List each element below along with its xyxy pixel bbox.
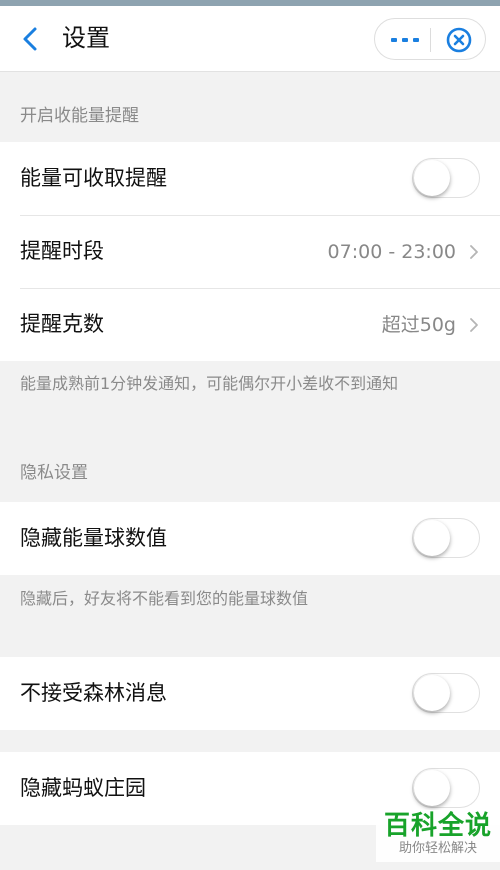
setting-label: 隐藏蚂蚁庄园 [20, 776, 146, 800]
section-header-energy: 开启收能量提醒 [20, 106, 139, 126]
setting-label: 能量可收取提醒 [20, 166, 167, 190]
chevron-right-icon [470, 318, 478, 332]
setting-label: 提醒克数 [20, 312, 104, 336]
target-close-icon [446, 27, 472, 53]
setting-label: 提醒时段 [20, 239, 104, 263]
energy-reminder-toggle[interactable] [412, 158, 480, 198]
reminder-period-value: 07:00 - 23:00 [327, 241, 456, 263]
section-header-privacy: 隐私设置 [20, 463, 88, 483]
setting-row-reminder-grams[interactable]: 提醒克数 超过50g [0, 288, 500, 361]
page-title: 设置 [62, 24, 110, 52]
setting-row-reject-forest-messages: 不接受森林消息 [0, 657, 500, 730]
chevron-right-icon [470, 245, 478, 259]
toggle-knob [414, 160, 450, 196]
back-button[interactable] [16, 24, 46, 54]
reject-forest-messages-toggle[interactable] [412, 673, 480, 713]
capsule-divider [430, 28, 431, 52]
chevron-left-icon [23, 27, 37, 51]
toggle-knob [414, 675, 450, 711]
energy-note: 能量成熟前1分钟发通知，可能偶尔开小差收不到通知 [20, 374, 399, 393]
section-gap [0, 730, 500, 752]
setting-label: 隐藏能量球数值 [20, 526, 167, 550]
privacy-note: 隐藏后，好友将不能看到您的能量球数值 [20, 589, 309, 608]
privacy-settings-group: 隐藏能量球数值 [0, 502, 500, 575]
messages-settings-group: 不接受森林消息 [0, 657, 500, 730]
reminder-grams-value: 超过50g [381, 314, 456, 336]
toggle-knob [414, 520, 450, 556]
watermark-subtitle: 助你轻松解决 [398, 841, 477, 856]
setting-row-hide-energy-value: 隐藏能量球数值 [0, 502, 500, 575]
ellipsis-icon [391, 38, 419, 42]
watermark-title: 百科全说 [383, 810, 492, 840]
setting-label: 不接受森林消息 [20, 681, 167, 705]
watermark-logo: 百科全说 助你轻松解决 [376, 810, 500, 862]
more-button[interactable] [389, 31, 421, 49]
hide-ant-farm-toggle[interactable] [412, 768, 480, 808]
energy-settings-group: 能量可收取提醒 提醒时段 07:00 - 23:00 提醒克数 超过50g [0, 142, 500, 361]
navigation-bar: 设置 [0, 6, 500, 72]
setting-row-reminder-period[interactable]: 提醒时段 07:00 - 23:00 [0, 215, 500, 288]
setting-row-energy-reminder: 能量可收取提醒 [0, 142, 500, 215]
toggle-knob [414, 770, 450, 806]
hide-energy-value-toggle[interactable] [412, 518, 480, 558]
mini-program-capsule [374, 18, 486, 60]
close-mini-program-button[interactable] [445, 26, 473, 54]
